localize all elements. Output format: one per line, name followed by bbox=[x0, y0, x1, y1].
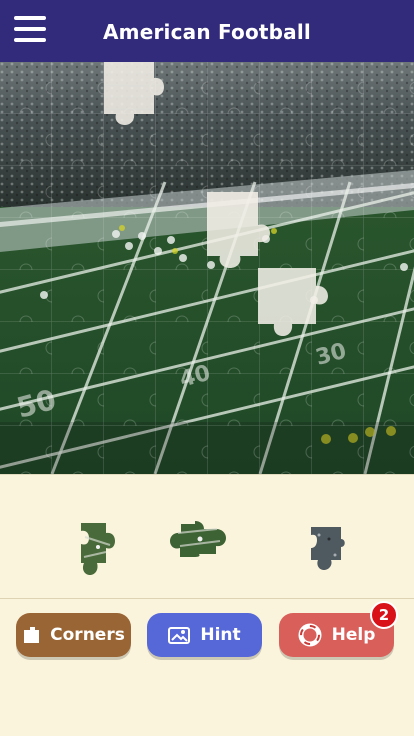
help-label: Help bbox=[331, 625, 376, 645]
lifebuoy-icon bbox=[298, 623, 322, 647]
corners-button[interactable]: Corners bbox=[16, 613, 131, 657]
hint-label: Hint bbox=[200, 625, 241, 645]
corners-icon bbox=[24, 627, 40, 643]
piece-tray[interactable] bbox=[0, 474, 414, 599]
loose-piece-2[interactable] bbox=[170, 521, 227, 557]
page-title: American Football bbox=[103, 20, 311, 44]
action-bar: Corners Hint Help 2 bbox=[0, 598, 414, 672]
puzzle-board[interactable]: 50 40 30 bbox=[0, 62, 414, 474]
bottom-blank-area bbox=[0, 670, 414, 736]
corners-label: Corners bbox=[50, 625, 125, 645]
image-icon bbox=[168, 627, 191, 644]
loose-piece-1[interactable] bbox=[81, 523, 117, 578]
help-button[interactable]: Help 2 bbox=[279, 601, 398, 657]
loose-piece-3[interactable] bbox=[311, 527, 346, 572]
help-count-badge: 2 bbox=[370, 601, 398, 629]
hint-button[interactable]: Hint bbox=[147, 613, 262, 657]
app-header: American Football bbox=[0, 0, 414, 62]
puzzle-image: 50 40 30 bbox=[0, 62, 414, 474]
